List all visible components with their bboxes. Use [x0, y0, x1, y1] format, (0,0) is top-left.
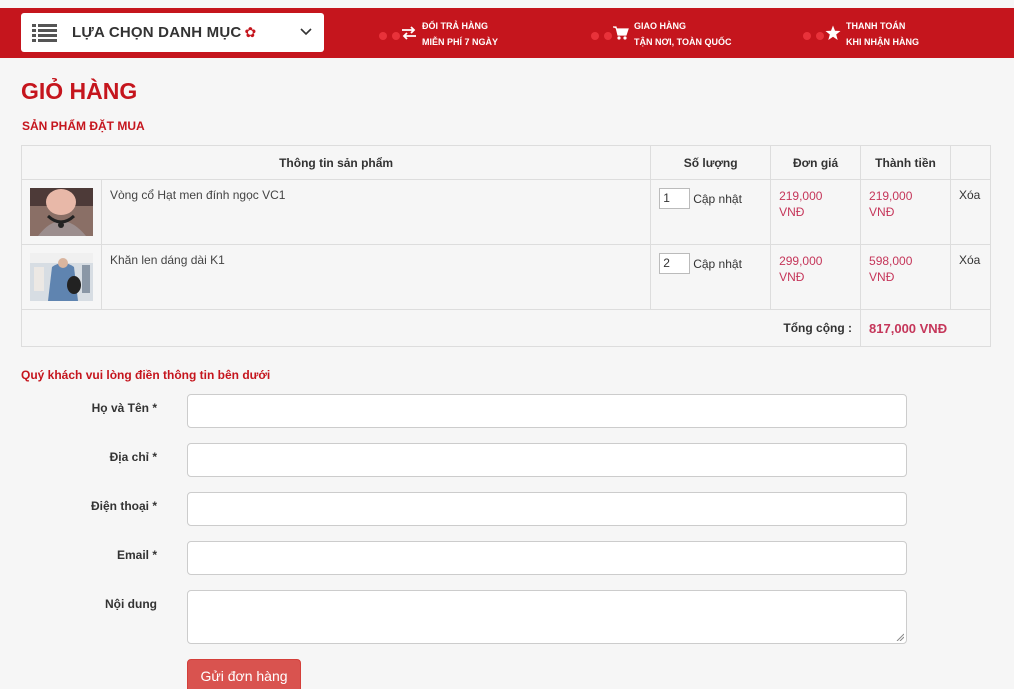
category-menu[interactable]: LỰA CHỌN DANH MỤC ✿	[21, 13, 324, 52]
line-total: 598,000 VNĐ	[860, 244, 951, 310]
cart-icon	[613, 26, 629, 40]
phone-field[interactable]	[187, 492, 907, 526]
delete-link[interactable]: Xóa	[959, 188, 980, 202]
column-header-product: Thông tin sản phẩm	[20, 145, 652, 180]
unit-price: 299,000 VNĐ	[770, 244, 862, 310]
page-title: GIỎ HÀNG	[21, 78, 138, 104]
column-header-quantity: Số lượng	[650, 145, 772, 180]
update-link[interactable]: Cập nhật	[693, 257, 742, 271]
quantity-cell: 2 Cập nhật	[650, 244, 772, 310]
cart-table: Thông tin sản phẩm Số lượng Đơn giá Thàn…	[20, 145, 992, 347]
star-icon	[825, 25, 841, 40]
feature-line2: TẬN NƠI, TOÀN QUỐC	[634, 37, 732, 47]
gear-icon: ✿	[244, 24, 257, 40]
phone-label: Điện thoại *	[90, 499, 157, 513]
column-header-line-total: Thành tiền	[860, 145, 951, 180]
feature-line2: MIỄN PHÍ 7 NGÀY	[422, 37, 499, 47]
dots-decoration	[803, 32, 825, 40]
dots-decoration	[591, 32, 613, 40]
product-thumbnail-cell	[21, 244, 102, 310]
column-header-unit-price: Đơn giá	[770, 145, 862, 180]
address-field[interactable]	[187, 443, 907, 477]
dots-decoration	[379, 32, 401, 40]
feature-line2: KHI NHẬN HÀNG	[846, 37, 919, 47]
message-textarea[interactable]	[187, 590, 907, 644]
category-menu-label: LỰA CHỌN DANH MỤC ✿	[72, 24, 257, 41]
email-label: Email *	[116, 548, 157, 562]
unit-price: 219,000 VNĐ	[770, 179, 862, 245]
feature-line1: ĐỔI TRẢ HÀNG	[422, 21, 488, 31]
feature-line1: GIAO HÀNG	[634, 21, 687, 31]
form-instruction: Quý khách vui lòng điền thông tin bên dư…	[21, 368, 271, 382]
delete-cell: Xóa	[949, 179, 992, 245]
exchange-icon	[402, 26, 416, 40]
product-thumbnail[interactable]	[30, 188, 93, 236]
resize-handle-icon[interactable]	[896, 633, 904, 641]
feature-line1: THANH TOÁN	[846, 21, 906, 31]
section-subtitle: SẢN PHẨM ĐẶT MUA	[22, 119, 145, 133]
column-header-action	[949, 145, 992, 180]
total-value: 817,000 VNĐ	[860, 309, 991, 347]
table-row: Vòng cổ Hạt men đính ngọc VC1 1 Cập nhật …	[21, 179, 992, 245]
product-name[interactable]: Vòng cổ Hạt men đính ngọc VC1	[100, 179, 652, 245]
quantity-input[interactable]: 2	[659, 253, 691, 274]
submit-order-button[interactable]: Gửi đơn hàng	[187, 659, 301, 689]
quantity-cell: 1 Cập nhật	[650, 179, 772, 245]
update-link[interactable]: Cập nhật	[693, 192, 742, 206]
address-label: Địa chỉ *	[109, 450, 157, 464]
delete-cell: Xóa	[949, 244, 992, 310]
line-total: 219,000 VNĐ	[860, 179, 951, 245]
total-label: Tổng cộng :	[20, 309, 862, 347]
quantity-input[interactable]: 1	[659, 188, 691, 209]
product-thumbnail-cell	[21, 179, 102, 245]
product-thumbnail[interactable]	[30, 253, 93, 301]
fullname-label: Họ và Tên *	[91, 401, 157, 415]
email-field[interactable]	[187, 541, 907, 575]
message-label: Nội dung	[105, 597, 157, 611]
product-name[interactable]: Khăn len dáng dài K1	[100, 244, 652, 310]
table-row: Khăn len dáng dài K1 2 Cập nhật 299,000 VN…	[21, 244, 992, 310]
delete-link[interactable]: Xóa	[959, 253, 980, 267]
list-icon	[32, 24, 57, 42]
top-bar: LỰA CHỌN DANH MỤC ✿ ĐỔI TRẢ HÀNG MIỄN PHÍ …	[0, 8, 1014, 58]
total-row: Tổng cộng : 817,000 VNĐ	[20, 309, 991, 347]
chevron-down-icon	[300, 28, 312, 36]
cart-header-row: Thông tin sản phẩm Số lượng Đơn giá Thàn…	[20, 145, 992, 180]
fullname-field[interactable]	[187, 394, 907, 428]
